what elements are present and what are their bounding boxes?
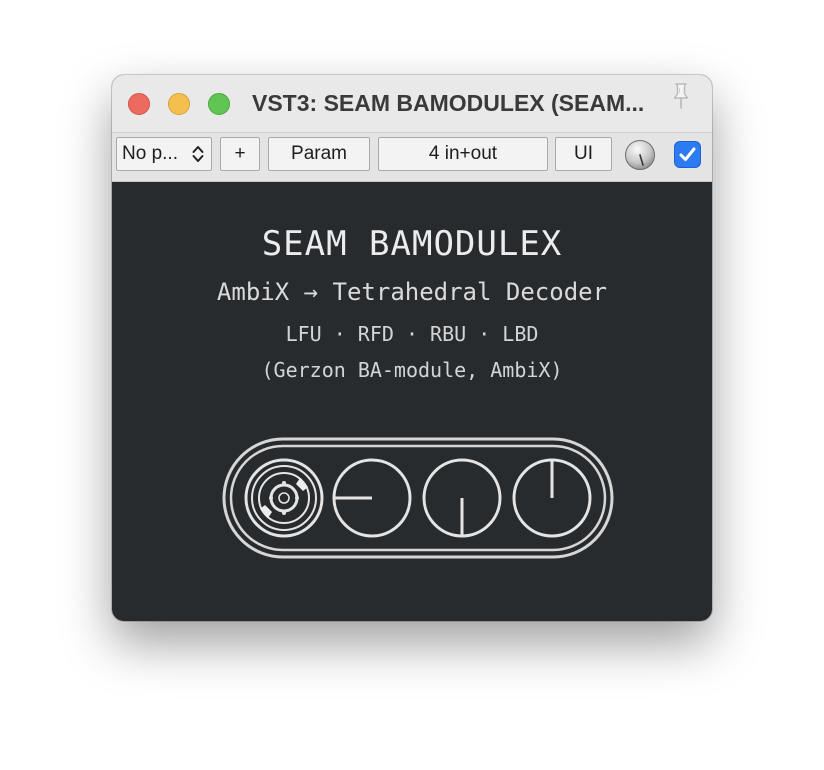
bypass-checkbox[interactable] [674,141,701,168]
window-title: VST3: SEAM BAMODULEX (SEAM... [252,90,645,116]
plugin-ui: SEAM BAMODULEX AmbiX → Tetrahedral Decod… [112,182,712,621]
preset-label: No p... [122,143,178,164]
ui-button[interactable]: UI [555,137,612,171]
preset-select[interactable]: No p... [116,137,212,171]
io-config-button[interactable]: 4 in+out [378,137,548,171]
plugin-subtitle: AmbiX → Tetrahedral Decoder [216,278,608,306]
maximize-icon[interactable] [208,93,230,115]
checkmark-icon [679,147,696,161]
up-down-chevron-icon [192,146,204,162]
channel-list: LFU · RFD · RBU · LBD [285,322,539,346]
minimize-icon[interactable] [168,93,190,115]
plugin-note: (Gerzon BA-module, AmbiX) [261,358,563,382]
pin-icon[interactable] [670,81,692,111]
plugin-heading: SEAM BAMODULEX [261,224,563,264]
param-button[interactable]: Param [268,137,370,171]
plugin-logo-icon [222,437,614,559]
title-bar[interactable]: VST3: SEAM BAMODULEX (SEAM... [112,75,712,133]
plugin-toolbar: No p... + Param 4 in+out UI [112,133,712,182]
add-preset-button[interactable]: + [220,137,260,171]
plugin-window: VST3: SEAM BAMODULEX (SEAM... No p... + … [112,75,712,621]
close-icon[interactable] [128,93,150,115]
knob-icon[interactable] [624,139,656,171]
